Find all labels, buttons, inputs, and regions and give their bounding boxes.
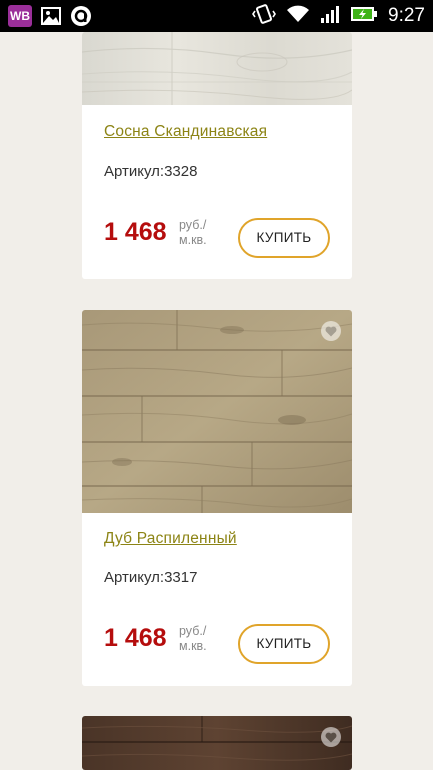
price-unit-line2: м.кв. [179, 639, 207, 653]
clock-time: 9:27 [388, 5, 425, 26]
product-card[interactable]: Сосна Скандинавская Артикул:3328 1 468 р… [82, 32, 352, 279]
gallery-icon [40, 5, 62, 27]
price-unit: руб./ м.кв. [179, 218, 239, 248]
buy-button[interactable]: КУПИТЬ [238, 624, 330, 664]
circle-a-icon [70, 5, 92, 27]
product-image[interactable] [82, 310, 352, 513]
wifi-icon [286, 4, 310, 29]
product-name-link[interactable]: Сосна Скандинавская [104, 123, 267, 141]
vibrate-icon [252, 3, 276, 30]
status-bar: WB 9:27 [0, 0, 433, 32]
product-image[interactable] [82, 716, 352, 770]
wb-app-icon: WB [8, 5, 32, 27]
product-name-link[interactable]: Дуб Распиленный [104, 530, 237, 548]
battery-charging-icon [350, 4, 378, 29]
product-card[interactable]: Дуб Распиленный Артикул:3317 1 468 руб./… [82, 310, 352, 686]
favorite-heart-icon[interactable] [321, 727, 341, 747]
price-unit: руб./ м.кв. [179, 624, 239, 654]
product-card[interactable] [82, 716, 352, 770]
product-sku: Артикул:3317 [104, 569, 198, 586]
product-image[interactable] [82, 32, 352, 105]
price-unit-line1: руб./ [179, 218, 207, 232]
price-unit-line1: руб./ [179, 624, 207, 638]
price-unit-line2: м.кв. [179, 233, 207, 247]
product-price: 1 468 [104, 624, 167, 652]
favorite-heart-icon[interactable] [321, 321, 341, 341]
buy-button[interactable]: КУПИТЬ [238, 218, 330, 258]
signal-icon [320, 4, 340, 29]
product-sku: Артикул:3328 [104, 163, 198, 180]
product-price: 1 468 [104, 218, 167, 246]
